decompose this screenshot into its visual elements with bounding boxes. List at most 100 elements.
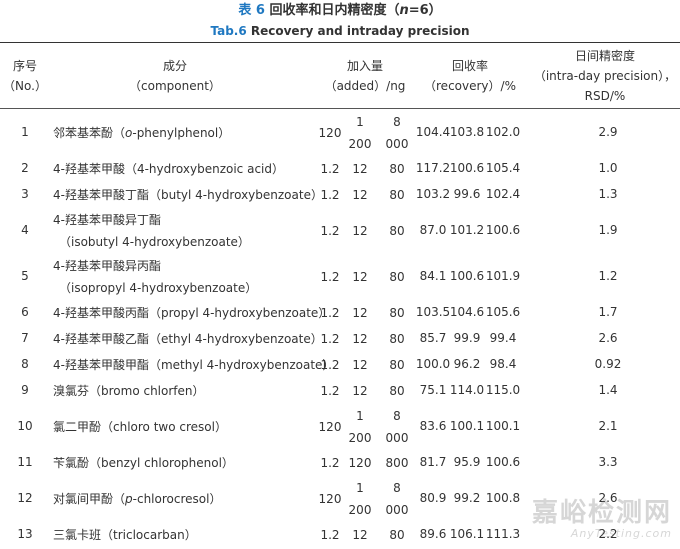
row-rsd: 2.1: [598, 419, 618, 433]
row-added-value: 1 200: [340, 477, 380, 521]
row-number: 8: [21, 357, 29, 371]
added-part: 12: [352, 528, 368, 542]
header-component-cn: 成分: [162, 59, 187, 73]
row-recovery-value: 100.8: [485, 491, 521, 505]
row-number: 6: [21, 305, 29, 319]
component-line: 溴氯芬（bromo chlorfen）: [53, 384, 205, 398]
added-part: 80: [389, 528, 405, 542]
row-component: 对氯间甲酚（p-chlorocresol）: [53, 488, 221, 510]
added-part: 200: [348, 431, 372, 445]
row-rsd: 1.3: [598, 187, 618, 201]
caption-en-prefix: Tab.6: [210, 24, 247, 38]
header-precision-en2: RSD/%: [584, 89, 626, 103]
added-part: 12: [352, 224, 368, 238]
header-recovery-cn: 回收率: [451, 59, 488, 73]
header-recovery-en: （recovery）/%: [424, 79, 516, 93]
row-added-value: 80: [377, 302, 417, 324]
row-number: 1: [21, 125, 29, 139]
row-added-value: 80: [377, 220, 417, 242]
row-number: 11: [17, 455, 33, 469]
header-precision-en1: （intra-day precision），: [533, 69, 677, 83]
row-added-value: 1 200: [340, 405, 380, 449]
row-added-value: 80: [377, 524, 417, 546]
added-part: 000: [385, 503, 409, 517]
row-recovery-value: 100.1: [485, 419, 521, 433]
row-rsd: 3.3: [598, 455, 618, 469]
added-part: 80: [389, 358, 405, 372]
caption-cn-prefix: 表 6: [238, 3, 265, 18]
watermark-cn: 嘉峪检测网: [531, 498, 672, 528]
row-rsd: 1.0: [598, 161, 618, 175]
caption-cn-title-pre: 回收率和日内精密度（: [269, 3, 400, 18]
added-part: 200: [348, 503, 372, 517]
added-part: 12: [352, 188, 368, 202]
row-recovery-value: 111.3: [485, 527, 521, 541]
row-number: 2: [21, 161, 29, 175]
component-line: 氯二甲酚（chloro two cresol）: [53, 420, 227, 434]
header-precision-cn: 日间精密度: [574, 49, 635, 63]
row-number: 3: [21, 187, 29, 201]
header-recovery: 回收率 （recovery）/%: [415, 56, 525, 96]
row-number: 4: [21, 223, 29, 237]
row-recovery-value: 99.6: [453, 187, 481, 201]
added-part: 12: [352, 162, 368, 176]
header-bottom-rule: [0, 108, 680, 109]
row-added-value: 12: [340, 266, 380, 288]
row-recovery-value: 101.2: [449, 223, 485, 237]
header-added-en: （added）/ng: [324, 79, 406, 93]
row-added-value: 12: [340, 354, 380, 376]
added-part: 12: [352, 358, 368, 372]
row-added-value: 12: [340, 158, 380, 180]
row-rsd: 1.7: [598, 305, 618, 319]
caption-cn-n: n: [399, 3, 409, 18]
row-added-value: 12: [340, 328, 380, 350]
added-part: 12: [352, 332, 368, 346]
row-recovery-value: 100.6: [485, 455, 521, 469]
row-added-value: 8 000: [377, 111, 417, 155]
header-added: 加入量 （added）/ng: [315, 56, 415, 96]
added-part: 1: [356, 409, 364, 423]
row-added-value: 1 200: [340, 111, 380, 155]
row-recovery-value: 106.1: [449, 527, 485, 541]
row-recovery-value: 115.0: [485, 383, 521, 397]
added-part: 8: [393, 481, 401, 495]
row-recovery-value: 105.6: [485, 305, 521, 319]
row-added-value: 12: [340, 380, 380, 402]
added-part: 12: [352, 306, 368, 320]
row-recovery-value: 103.8: [449, 125, 485, 139]
added-part: 1: [356, 481, 364, 495]
component-line: （isobutyl 4-hydroxybenzoate）: [59, 235, 250, 249]
row-rsd: 1.4: [598, 383, 618, 397]
row-recovery-value: 99.4: [489, 331, 517, 345]
component-line: （isopropyl 4-hydroxybenzoate）: [59, 281, 258, 295]
caption-en: Tab.6 Recovery and intraday precision: [0, 23, 680, 39]
row-number: 9: [21, 383, 29, 397]
watermark-en: AnyTesting.com: [570, 527, 672, 540]
row-added-value: 8 000: [377, 405, 417, 449]
row-recovery-value: 104.6: [449, 305, 485, 319]
row-number: 5: [21, 269, 29, 283]
caption-cn: 表 6 回收率和日内精密度（n=6）: [0, 3, 680, 19]
added-part: 80: [389, 332, 405, 346]
row-recovery-value: 100.6: [449, 269, 485, 283]
row-component: 溴氯芬（bromo chlorfen）: [53, 380, 205, 402]
row-recovery-value: 102.0: [485, 125, 521, 139]
row-added-value: 12: [340, 302, 380, 324]
row-component: 4-羟基苯甲酸乙酯（ethyl 4-hydroxybenzoate）: [53, 328, 323, 350]
added-part: 000: [385, 137, 409, 151]
added-part: 80: [389, 162, 405, 176]
row-added-value: 80: [377, 328, 417, 350]
component-line: 苄氯酚（benzyl chlorophenol）: [53, 456, 234, 470]
added-part: 120: [348, 456, 372, 470]
row-added-value: 80: [377, 184, 417, 206]
row-component: 4-羟基苯甲酸（4-hydroxybenzoic acid）: [53, 158, 284, 180]
row-recovery-value: 114.0: [449, 383, 485, 397]
row-added-value: 12: [340, 220, 380, 242]
row-component: 4-羟基苯甲酸异丁酯 （isobutyl 4-hydroxybenzoate）: [53, 209, 250, 253]
caption-cn-title-post: =6）: [408, 3, 442, 18]
row-rsd: 2.9: [598, 125, 618, 139]
row-recovery-value: 96.2: [453, 357, 481, 371]
row-component: 4-羟基苯甲酸甲酯（methyl 4-hydroxybenzoate）: [53, 354, 334, 376]
row-added-value: 80: [377, 354, 417, 376]
row-added-value: 80: [377, 158, 417, 180]
